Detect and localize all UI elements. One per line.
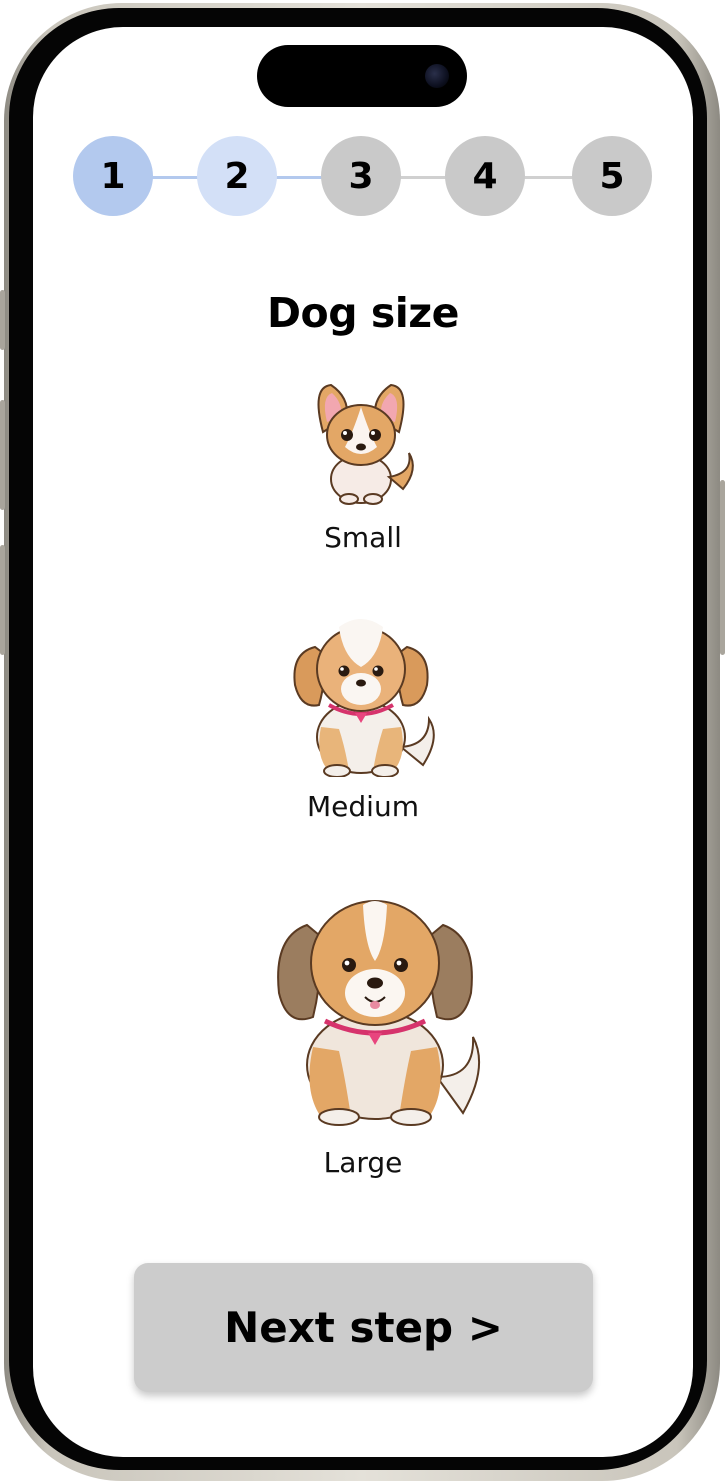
large-dog-icon [277,900,481,1126]
step-2[interactable]: 2 [197,136,277,216]
step-connector-1-2 [148,176,200,179]
size-label-medium: Medium [307,790,419,823]
progress-stepper: 1 2 3 4 5 [33,136,693,218]
page-title: Dog size [267,289,459,337]
size-label-small: Small [324,521,402,554]
step-4[interactable]: 4 [445,136,525,216]
app-screen: 1 2 3 4 5 Dog size Small Medium Large Ne… [33,27,693,1457]
power-button [720,480,725,655]
action-button [0,290,5,350]
size-option-medium[interactable]: Medium [33,607,693,832]
step-1[interactable]: 1 [73,136,153,216]
medium-dog-icon [293,619,435,777]
next-step-button[interactable]: Next step > [134,1263,593,1392]
step-3[interactable]: 3 [321,136,401,216]
volume-down-button [0,545,5,655]
size-label-large: Large [323,1146,403,1179]
step-connector-2-3 [273,176,323,179]
step-connector-4-5 [523,176,573,179]
step-connector-3-4 [398,176,448,179]
dynamic-island [257,45,467,107]
camera-icon [425,64,449,88]
step-5[interactable]: 5 [572,136,652,216]
size-option-large[interactable]: Large [33,877,693,1187]
size-option-small[interactable]: Small [33,377,693,562]
small-dog-icon [317,383,414,505]
volume-up-button [0,400,5,510]
